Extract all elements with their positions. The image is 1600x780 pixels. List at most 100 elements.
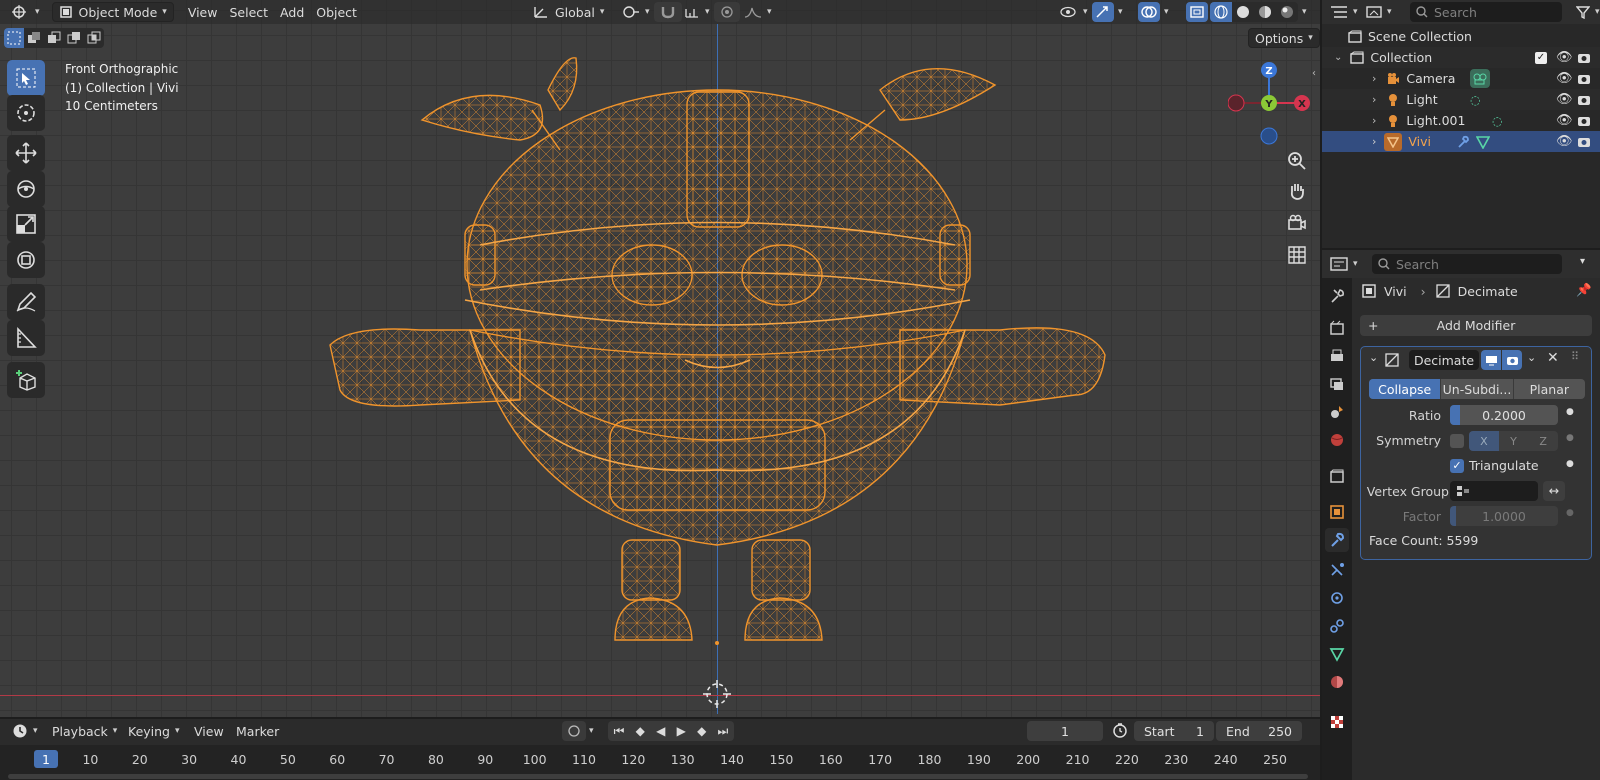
visibility-eye-icon[interactable]: 👁 [1556,134,1573,149]
expand-chevron-icon[interactable]: › [1372,135,1376,148]
shading-solid-button[interactable] [1232,2,1254,22]
menu-keying[interactable]: Keying ▾ [122,721,186,741]
tab-constraints[interactable] [1325,614,1349,638]
outliner-row-vivi[interactable]: › Vivi 👁 [1322,131,1600,152]
3d-viewport[interactable]: ▾ Object Mode ▾ View Select Add Object G… [0,0,1320,717]
modifier-menu-chevron-icon[interactable]: ⌄ [1527,351,1536,364]
properties-search-field[interactable]: Search [1372,254,1562,274]
timeline-scrollbar[interactable] [8,774,1308,779]
expand-chevron-icon[interactable]: › [1372,114,1376,127]
gizmo-toggle[interactable] [1092,2,1114,22]
jump-to-end-icon[interactable]: ⏭ [718,724,729,739]
tab-render[interactable] [1325,316,1349,340]
camera-data-icon[interactable] [1470,69,1490,88]
modifier-wrench-icon[interactable] [1456,135,1470,149]
axis-z-button[interactable]: Z [1528,431,1558,451]
add-modifier-button[interactable]: + Add Modifier [1360,315,1592,336]
ratio-keyframe-dot-icon[interactable]: ● [1566,407,1574,417]
start-frame-field[interactable]: Start 1 [1134,721,1214,741]
visibility-selectability-button[interactable]: ▾ [1054,2,1094,22]
collection-include-checkbox[interactable]: ✓ [1535,51,1547,64]
display-mode-button[interactable]: ▾ [1360,2,1398,22]
xray-toggle[interactable] [1186,2,1208,22]
mesh-data-icon[interactable] [1476,135,1490,149]
camera-view-button[interactable] [1282,208,1312,238]
annotate-tool[interactable] [7,284,45,320]
pin-icon[interactable]: 📌 [1576,282,1592,298]
play-icon[interactable]: ▶ [677,724,686,738]
visibility-eye-icon[interactable]: 👁 [1556,50,1573,65]
outliner-row-light-001[interactable]: › Light.001 ◌ 👁 [1322,110,1600,131]
panel-collapse-chevron-icon[interactable]: ⌄ [1369,351,1378,364]
transform-tool[interactable] [7,242,45,278]
menu-object[interactable]: Object [310,2,363,22]
factor-slider[interactable]: 1.0000 [1450,506,1558,526]
add-cube-tool[interactable] [7,362,45,398]
navigation-gizmo[interactable]: Z Y X [1228,58,1314,148]
menu-select[interactable]: Select [223,2,274,22]
outliner-row-light[interactable]: › Light ◌ 👁 [1322,89,1600,110]
sidebar-toggle-icon[interactable]: ‹ [1312,68,1316,79]
menu-add[interactable]: Add [274,2,310,22]
rotate-tool[interactable] [7,171,45,207]
perspective-toggle-button[interactable] [1282,240,1312,270]
tab-physics[interactable] [1325,586,1349,610]
tab-planar[interactable]: Planar [1512,379,1585,399]
snap-target-button[interactable]: ▾ [678,2,716,22]
expand-chevron-icon[interactable]: › [1372,72,1376,85]
shading-rendered-button[interactable] [1276,2,1298,22]
play-reverse-icon[interactable]: ◀ [656,724,665,738]
light-data-icon[interactable]: ◌ [1470,93,1480,107]
tab-un-subdivide[interactable]: Un-Subdi... [1440,379,1512,399]
timeline-editor-type-button[interactable]: ▾ [6,721,44,741]
expand-chevron-icon[interactable]: › [1372,93,1376,106]
show-in-viewport-toggle[interactable] [1481,350,1501,370]
show-in-render-toggle[interactable] [1502,350,1522,370]
light-data-icon[interactable]: ◌ [1492,114,1502,128]
modifier-name-field[interactable]: Decimate [1409,350,1479,370]
render-camera-icon[interactable] [1577,94,1591,106]
gizmo-options-button[interactable]: ▾ [1114,2,1127,22]
select-subtract-button[interactable] [44,28,64,48]
move-tool[interactable] [7,135,45,171]
filter-button[interactable]: ▾ [1570,2,1600,22]
triangulate-checkbox[interactable]: ✓ [1450,459,1464,473]
tab-modifiers[interactable] [1325,528,1349,552]
transform-orientation-selector[interactable]: Global ▾ [527,2,610,22]
jump-prev-keyframe-icon[interactable]: ◆ [636,724,645,738]
tab-view-layer[interactable] [1325,372,1349,396]
tab-particles[interactable] [1325,558,1349,582]
vertex-group-field[interactable] [1450,481,1538,501]
render-camera-icon[interactable] [1577,136,1591,148]
tab-scene[interactable] [1325,400,1349,424]
shading-wireframe-button[interactable] [1210,2,1232,22]
render-camera-icon[interactable] [1577,115,1591,127]
tab-collapse[interactable]: Collapse [1369,379,1441,399]
symmetry-keyframe-dot-icon[interactable]: ● [1566,433,1574,443]
tab-material[interactable] [1325,670,1349,694]
outliner-search-field[interactable]: Search [1410,2,1562,22]
editor-type-button[interactable]: ▾ [6,2,46,22]
options-dropdown[interactable]: Options ▾ [1248,28,1320,48]
outliner-editor-type-button[interactable]: ▾ [1324,2,1364,22]
visibility-eye-icon[interactable]: 👁 [1556,92,1573,107]
visibility-eye-icon[interactable]: 👁 [1556,71,1573,86]
select-intersect-button[interactable] [84,28,104,48]
outliner-row-scene-collection[interactable]: Scene Collection [1322,26,1600,47]
tab-collection[interactable] [1325,464,1349,488]
mode-selector[interactable]: Object Mode ▾ [51,2,174,22]
menu-view[interactable]: View [182,2,224,22]
end-frame-field[interactable]: End 250 [1216,721,1302,741]
current-frame-field[interactable]: 1 [1027,721,1103,741]
symmetry-checkbox[interactable] [1450,434,1464,448]
axis-y-button[interactable]: Y [1499,431,1529,451]
tab-data[interactable] [1325,642,1349,666]
shading-options-button[interactable]: ▾ [1298,2,1311,22]
auto-keying-toggle[interactable] [562,721,586,741]
keying-options-button[interactable]: ▾ [586,721,597,741]
render-camera-icon[interactable] [1577,52,1591,64]
ratio-slider[interactable]: 0.2000 [1450,405,1558,425]
zoom-view-button[interactable] [1282,146,1312,176]
tab-output[interactable] [1325,344,1349,368]
vivi-wireframe-mesh[interactable] [0,0,1320,717]
